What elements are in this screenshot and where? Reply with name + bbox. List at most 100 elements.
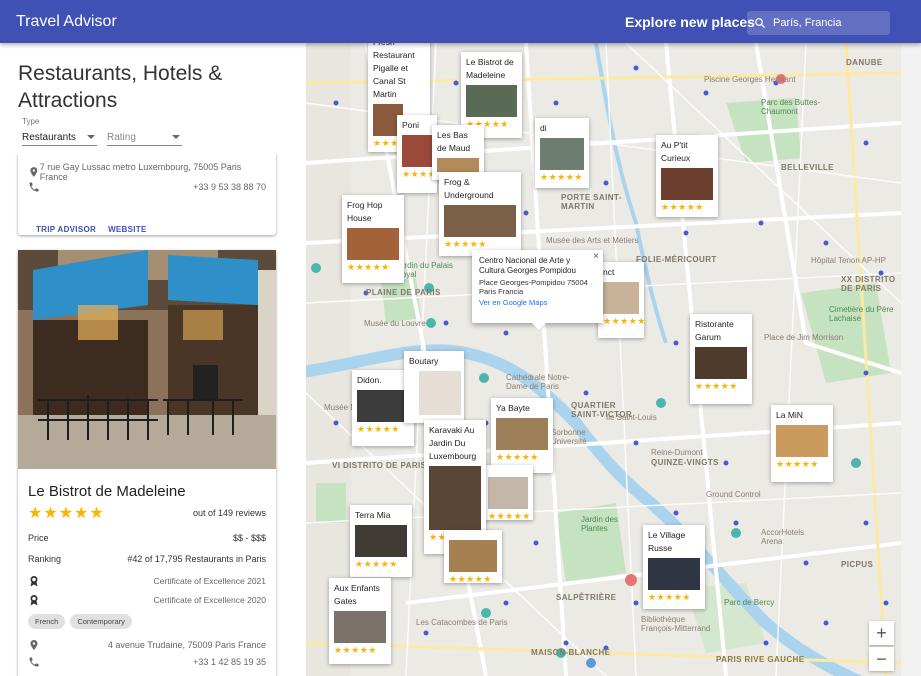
map-label: Ile Saint-Louis [606,413,657,422]
map-place-card[interactable]: Terra Mia ★★★★★ [350,505,412,577]
map-label: PARIS RIVE GAUCHE [716,655,805,664]
map-label: Jardin du Palais Royal [396,261,453,279]
map-label: Jardin des Plantes [581,515,618,533]
address-row: 7 rue Gay Lussac metro Luxembourg, 75005… [28,162,266,182]
location-pin-icon [30,640,38,650]
map-label: Hôpital Tenon AP-HP [811,256,887,265]
website-link[interactable]: WEBSITE [108,225,147,234]
map-place-card[interactable]: Frog Hop House ★★★★★ [342,195,404,283]
cuisine-chip[interactable]: Contemporary [70,614,132,629]
map-place-card[interactable]: La MiN ★★★★★ [771,405,833,482]
place-thumbnail [429,466,481,530]
type-select[interactable]: Restaurants [22,129,97,146]
map-label: PICPUS [841,560,874,569]
rating-stars: ★★★★★ [28,505,105,522]
address-text: 4 avenue Trudaine, 75009 Paris France [107,640,266,650]
price-label: Price [28,533,49,543]
map-label: Parc des Buttes-Chaumont [761,98,821,116]
ranking-value: #42 of 17,795 Restaurants in Paris [127,554,266,564]
place-name: Les Bas de Maud [437,130,471,153]
chevron-down-icon [172,135,180,139]
place-thumbnail [402,135,432,167]
place-name: Poni [402,120,420,130]
ranking-label: Ranking [28,554,62,564]
map-label: Parc de Bercy [724,598,775,607]
award-row: Certificate of Excellence 2021 [28,575,266,587]
map-place-card[interactable]: Aux Enfants Gates ★★★★★ [329,578,391,664]
place-thumbnail [496,418,548,450]
info-title: Centro Nacional de Arte y Cultura George… [479,256,576,275]
page-scrollbar[interactable] [901,43,921,676]
map-place-card[interactable]: ★★★★★ [444,530,502,584]
phone-row: +33 1 42 85 19 35 [28,656,266,668]
rating-stars: ★★★★★ [357,424,400,434]
place-thumbnail [419,371,461,415]
app-title: Travel Advisor [16,12,117,30]
map-place-card[interactable]: Ya Bayte ★★★★★ [491,398,553,473]
map-place-card[interactable]: Boutary [404,351,464,423]
rating-stars: ★★★★★ [449,574,492,584]
cuisine-chips: French Contemporary [28,614,132,629]
rating-stars: ★★★★★ [496,452,539,462]
place-list[interactable]: 7 rue Gay Lussac metro Luxembourg, 75005… [0,155,306,676]
rating-stars: ★★★★★ [648,592,691,602]
phone-row: +33 9 53 38 88 70 [28,181,266,193]
place-name: Le Bistrot de Madeleine [466,57,514,80]
map-place-card[interactable]: Frog & Underground ★★★★★ [439,172,521,256]
map-label: AccorHotels Arena [761,528,805,546]
place-name: La MiN [776,410,803,420]
place-thumbnail [695,347,747,379]
rating-stars: ★★★★★ [355,559,398,569]
map-place-card[interactable]: Le Village Russe ★★★★★ [643,525,705,609]
search-input[interactable] [773,17,883,29]
place-thumbnail [357,390,409,422]
zoom-out-button[interactable]: − [869,647,894,671]
place-thumbnail [603,282,639,314]
phone-text: +33 1 42 85 19 35 [193,657,266,667]
map-place-card[interactable]: di ★★★★★ [535,118,589,188]
restaurant-photo [18,250,276,469]
place-thumbnail [444,205,516,237]
google-maps-link[interactable]: Ver en Google Maps [479,298,596,307]
map-place-card[interactable]: Ristorante Garum ★★★★★ [690,314,752,404]
map-label: SALPÊTRIÈRE [556,593,617,602]
map-place-card[interactable]: Au P'tit Curieux ★★★★★ [656,135,718,217]
rating-stars: ★★★★★ [402,169,445,179]
cuisine-chip[interactable]: French [28,614,66,629]
search-box[interactable] [747,11,890,35]
rating-select-value: Rating [107,131,136,143]
place-thumbnail [466,85,517,117]
place-name: Boutary [409,356,439,366]
page-title: Restaurants, Hotels & Attractions [18,62,223,112]
rating-stars: ★★★★★ [695,381,738,391]
map-label: Place de Jim Morrison [764,333,844,342]
search-icon [747,17,773,29]
map-label: Cathédrale Notre-Dame de Paris [506,373,570,391]
map-info-window: × Centro Nacional de Arte y Cultura Geor… [472,250,603,330]
map-label: BELLEVILLE [781,163,834,172]
award-icon [30,595,38,606]
rating-select[interactable]: Rating [107,129,182,146]
place-name: Terra Mia [355,510,391,520]
map-place-card[interactable]: ★★★★★ [483,465,533,521]
place-card: Le Bistrot de Madeleine ★★★★★ out of 149… [18,250,276,676]
map-place-card[interactable]: nct ★★★★★ [598,262,645,338]
place-thumbnail [776,425,828,457]
close-icon[interactable]: × [593,251,599,262]
place-name: Karavaki Au Jardin Du Luxembourg [429,425,477,461]
award-icon [30,576,38,587]
rating-stars: ★★★★★ [444,239,487,249]
place-thumbnail [648,558,700,590]
map-place-card[interactable]: Poni ★★★★★ [397,115,445,193]
rating-stars: ★★★★★ [488,511,531,521]
map-label: DANUBE [846,58,883,67]
explore-label: Explore new places [625,14,755,30]
place-thumbnail [661,168,713,200]
place-name: Didon. [357,375,382,385]
rating-stars: ★★★★★ [540,172,583,182]
tripadvisor-link[interactable]: TRIP ADVISOR [36,225,96,234]
zoom-in-button[interactable]: + [869,621,894,645]
map-label: MAISON-BLANCHE [531,648,611,657]
phone-text: +33 9 53 38 88 70 [193,182,266,192]
app-bar: Travel Advisor Explore new places [0,0,921,43]
